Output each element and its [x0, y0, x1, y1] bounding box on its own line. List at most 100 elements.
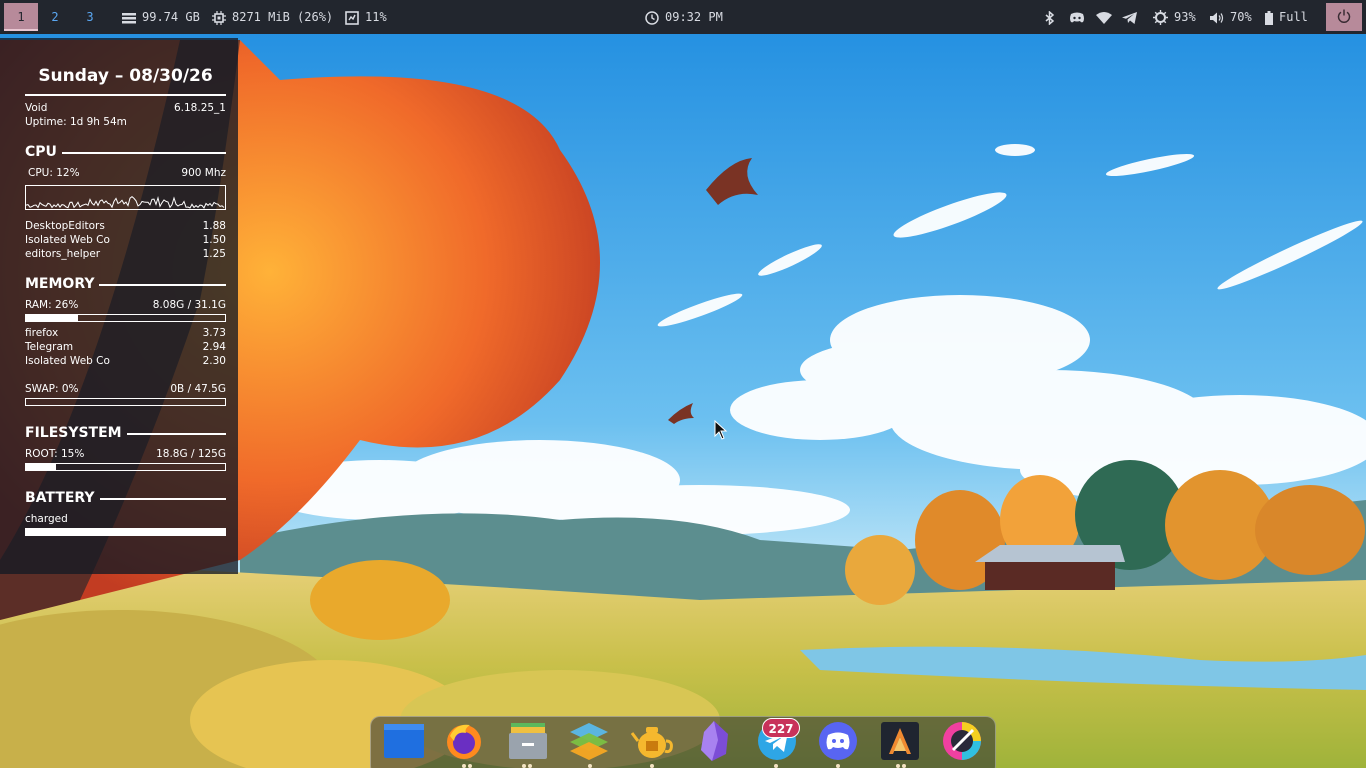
alacritty-icon: [880, 721, 920, 761]
wifi-tray[interactable]: [1096, 0, 1118, 34]
running-indicator: [528, 764, 532, 768]
stacks-icon: [568, 721, 610, 761]
dock-app-stacks[interactable]: [567, 719, 611, 763]
dock-app-alacritty[interactable]: [878, 719, 922, 763]
brightness-indicator[interactable]: 93%: [1153, 0, 1196, 34]
ram-bar: [25, 314, 226, 322]
firefox-icon: [444, 721, 484, 761]
swap-bar: [25, 398, 226, 406]
power-icon: [1337, 9, 1351, 26]
root-bar: [25, 463, 226, 471]
disk-value: 99.74 GB: [142, 10, 200, 24]
clock[interactable]: 09:32 PM: [645, 0, 723, 34]
battery-icon: [1265, 10, 1273, 25]
wifi-icon: [1096, 11, 1112, 24]
dock-app-obsidian[interactable]: [692, 719, 736, 763]
cpu-usage: CPU: 12%: [28, 167, 80, 179]
mem-process-row: firefox 3.73: [25, 327, 226, 339]
running-indicator: [588, 764, 592, 768]
telegram-unread-badge: 227: [762, 718, 800, 738]
running-indicator: [902, 764, 906, 768]
discord-tray[interactable]: [1069, 0, 1091, 34]
running-indicator: [462, 764, 466, 768]
discord-icon: [1069, 12, 1085, 24]
bluetooth-tray[interactable]: [1045, 0, 1061, 34]
swap-row: SWAP: 0% 0B / 47.5G: [25, 383, 226, 395]
brightness-value: 93%: [1174, 10, 1196, 24]
root-usage: ROOT: 15%: [25, 448, 85, 460]
dock-app-files[interactable]: [382, 719, 426, 763]
disk-icon: [122, 12, 136, 24]
memory-chip-icon: [212, 10, 226, 25]
battery-bar: [25, 528, 226, 536]
cpu-process-row: Isolated Web Co 1.50: [25, 234, 226, 246]
teapot-icon: [631, 721, 673, 761]
obsidian-icon: [696, 720, 732, 762]
disk-indicator[interactable]: 99.74 GB: [122, 0, 200, 34]
os-name: Void: [25, 102, 48, 114]
workspace-1[interactable]: 1: [4, 3, 38, 31]
cpu-section-title: CPU: [25, 144, 226, 160]
battery-status-row: charged: [25, 513, 226, 525]
uptime-row: Uptime: 1d 9h 54m: [25, 116, 226, 128]
root-row: ROOT: 15% 18.8G / 125G: [25, 448, 226, 460]
telegram-icon: [1122, 11, 1138, 24]
memory-section-title: MEMORY: [25, 276, 226, 292]
ram-usage: RAM: 26%: [25, 299, 79, 311]
ram-row: RAM: 26% 8.08G / 31.1G: [25, 299, 226, 311]
battery-value: Full: [1279, 10, 1308, 24]
volume-indicator[interactable]: 70%: [1210, 0, 1252, 34]
cpu-frequency: 900 Mhz: [181, 167, 226, 179]
running-indicator: [836, 764, 840, 768]
running-indicator: [774, 764, 778, 768]
root-value: 18.8G / 125G: [156, 448, 226, 460]
battery-status: charged: [25, 513, 68, 525]
battery-indicator[interactable]: Full: [1265, 0, 1308, 34]
volume-icon: [1210, 12, 1224, 24]
running-indicator: [468, 764, 472, 768]
mouse-cursor: [714, 420, 728, 440]
conky-date: Sunday – 08/30/26: [38, 66, 213, 86]
cpu-indicator[interactable]: 11%: [345, 0, 387, 34]
dock-app-file-manager[interactable]: [506, 719, 550, 763]
cpu-graph: [25, 185, 226, 210]
dock-app-discord[interactable]: [816, 719, 860, 763]
power-button[interactable]: [1326, 3, 1362, 31]
filesystem-section-title: FILESYSTEM: [25, 425, 226, 441]
dock-app-firefox[interactable]: [442, 719, 486, 763]
workspace-2[interactable]: 2: [38, 3, 72, 31]
swap-usage: SWAP: 0%: [25, 383, 79, 395]
clock-icon: [645, 10, 659, 25]
cpu-icon: [345, 10, 359, 25]
mem-process-row: Telegram 2.94: [25, 341, 226, 353]
top-bar: 1 2 3 99.74 GB 8271 MiB (26%) 11% 09:32 …: [0, 0, 1366, 34]
mem-process-row: Isolated Web Co 2.30: [25, 355, 226, 367]
battery-section-title: BATTERY: [25, 490, 226, 506]
discord-icon: [818, 721, 858, 761]
conky-system-monitor: Sunday – 08/30/26 Void 6.18.25_1 Uptime:…: [0, 38, 238, 574]
files-icon: [383, 722, 425, 760]
cpu-usage-row: CPU: 12% 900 Mhz: [25, 167, 226, 179]
dock-app-krita[interactable]: [940, 719, 984, 763]
cpu-value: 11%: [365, 10, 387, 24]
clock-time: 09:32 PM: [665, 10, 723, 24]
running-indicator: [650, 764, 654, 768]
bluetooth-icon: [1045, 10, 1055, 25]
memory-indicator[interactable]: 8271 MiB (26%): [212, 0, 333, 34]
cpu-process-row: editors_helper 1.25: [25, 248, 226, 260]
running-indicator: [522, 764, 526, 768]
kernel-version: 6.18.25_1: [173, 102, 226, 114]
dock-app-teapot[interactable]: [630, 719, 674, 763]
uptime: Uptime: 1d 9h 54m: [25, 116, 127, 128]
swap-value: 0B / 47.5G: [170, 383, 226, 395]
brightness-icon: [1153, 10, 1168, 25]
telegram-tray[interactable]: [1122, 0, 1144, 34]
divider: [25, 94, 226, 96]
ram-value: 8.08G / 31.1G: [152, 299, 226, 311]
os-row: Void 6.18.25_1: [25, 102, 226, 114]
cpu-process-row: DesktopEditors 1.88: [25, 220, 226, 232]
running-indicator: [896, 764, 900, 768]
workspace-3[interactable]: 3: [73, 3, 107, 31]
file-manager-icon: [507, 721, 549, 761]
krita-icon: [941, 720, 983, 762]
